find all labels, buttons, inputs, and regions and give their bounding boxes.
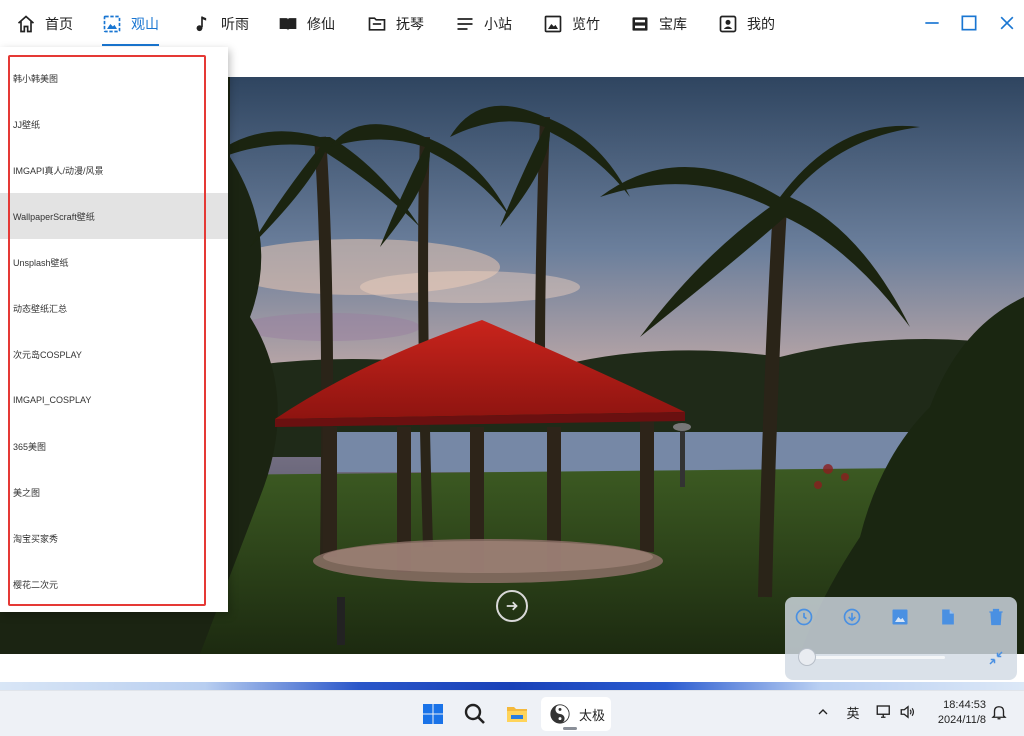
top-navigation-bar: 首页 观山 听雨 修仙 抚琴 小站 览竹 宝库 我的	[0, 0, 1024, 47]
home-icon	[16, 14, 36, 34]
shrink-button[interactable]	[986, 648, 1006, 668]
taskbar-app-taiji[interactable]: 太极	[541, 697, 611, 731]
network-button[interactable]	[874, 703, 894, 721]
menu-item-source-selected[interactable]: WallpaperScraft壁纸	[0, 193, 228, 239]
desktop-wallpaper-strip	[0, 682, 1024, 690]
nav-label: 小站	[484, 15, 512, 32]
nav-item-fuqin[interactable]: 抚琴	[367, 0, 424, 47]
close-icon	[1000, 16, 1014, 30]
network-icon	[876, 705, 890, 718]
file-explorer-icon	[507, 707, 527, 722]
delete-icon	[989, 608, 1003, 626]
copy-button[interactable]	[936, 605, 960, 629]
volume-button[interactable]	[898, 703, 918, 721]
nav-item-xiaozhan[interactable]: 小站	[455, 0, 512, 47]
notification-button[interactable]	[990, 703, 1008, 721]
windows-start-icon	[423, 704, 443, 724]
set-wallpaper-icon	[892, 609, 908, 625]
set-wallpaper-button[interactable]	[888, 605, 912, 629]
file-explorer-button[interactable]	[503, 700, 531, 728]
history-button[interactable]	[792, 605, 816, 629]
taskbar-app-label: 太极	[579, 707, 606, 723]
nav-label: 听雨	[221, 15, 249, 32]
nav-label: 修仙	[307, 15, 335, 32]
music-note-icon	[192, 14, 212, 34]
clock-time: 18:44:53	[943, 699, 986, 711]
arrow-right-icon	[506, 601, 518, 611]
image-control-panel	[785, 597, 1017, 680]
start-button[interactable]	[419, 700, 447, 728]
menu-item-source[interactable]: Unsplash壁纸	[0, 239, 228, 285]
picture-icon	[543, 14, 563, 34]
running-indicator	[563, 727, 577, 730]
taskbar-search-button[interactable]	[461, 700, 489, 728]
nav-label: 览竹	[572, 15, 600, 32]
menu-item-source[interactable]: IMGAPI_COSPLAY	[0, 377, 228, 423]
nav-label: 首页	[45, 15, 73, 32]
show-hidden-icons-button[interactable]	[815, 703, 831, 721]
slider-track[interactable]	[803, 656, 945, 659]
menu-item-source[interactable]: 淘宝买家秀	[0, 515, 228, 561]
download-button[interactable]	[840, 605, 864, 629]
next-image-button[interactable]	[496, 590, 528, 622]
menu-item-source[interactable]: 樱花二次元	[0, 561, 228, 607]
system-clock[interactable]: 18:44:53 2024/11/8	[926, 698, 986, 728]
close-button[interactable]	[992, 8, 1022, 38]
shrink-icon	[989, 651, 1003, 665]
nav-item-xiuxian[interactable]: 修仙	[278, 0, 335, 47]
search-icon	[464, 703, 485, 724]
download-icon	[843, 608, 861, 626]
nav-item-lanzhu[interactable]: 览竹	[543, 0, 600, 47]
wallpaper-source-menu: 韩小韩美图 JJ壁纸 IMGAPI真人/动漫/风景 WallpaperScraf…	[0, 47, 228, 612]
menu-item-source[interactable]: JJ壁纸	[0, 101, 228, 147]
chevron-up-icon	[818, 709, 828, 715]
clock-date: 2024/11/8	[937, 714, 986, 726]
menu-item-source[interactable]: 韩小韩美图	[0, 55, 228, 101]
folder-icon	[367, 14, 387, 34]
treasure-box-icon	[630, 14, 650, 34]
nav-item-baoku[interactable]: 宝库	[630, 0, 687, 47]
history-icon	[795, 608, 813, 626]
menu-item-source[interactable]: 动态壁纸汇总	[0, 285, 228, 331]
menu-lines-icon	[455, 14, 475, 34]
copy-icon	[942, 609, 954, 625]
menu-item-source[interactable]: 次元岛COSPLAY	[0, 331, 228, 377]
minimize-icon	[925, 22, 939, 24]
nav-item-home[interactable]: 首页	[16, 0, 73, 47]
nav-label: 宝库	[659, 15, 687, 32]
maximize-button[interactable]	[954, 8, 984, 38]
nav-label: 抚琴	[396, 15, 424, 32]
menu-item-source[interactable]: IMGAPI真人/动漫/风景	[0, 147, 228, 193]
delete-button[interactable]	[984, 605, 1008, 629]
image-gallery-icon	[102, 14, 122, 34]
windows-taskbar: 太极 英 18:44:53 2024/11/8	[0, 690, 1024, 736]
menu-item-source[interactable]: 365美图	[0, 423, 228, 469]
nav-label: 我的	[747, 15, 775, 32]
slider-thumb[interactable]	[798, 648, 816, 666]
book-icon	[278, 14, 298, 34]
minimize-button[interactable]	[917, 8, 947, 38]
nav-item-tingyu[interactable]: 听雨	[192, 0, 249, 47]
menu-item-source[interactable]: 美之图	[0, 469, 228, 515]
nav-item-guanshan[interactable]: 观山	[102, 0, 159, 47]
maximize-icon	[961, 15, 977, 31]
nav-label: 观山	[131, 15, 159, 32]
user-profile-icon	[718, 14, 738, 34]
nav-item-wode[interactable]: 我的	[718, 0, 775, 47]
bell-icon	[991, 706, 1007, 720]
taiji-icon	[550, 704, 570, 724]
volume-icon	[900, 705, 915, 719]
input-method-indicator[interactable]: 英	[844, 703, 862, 722]
